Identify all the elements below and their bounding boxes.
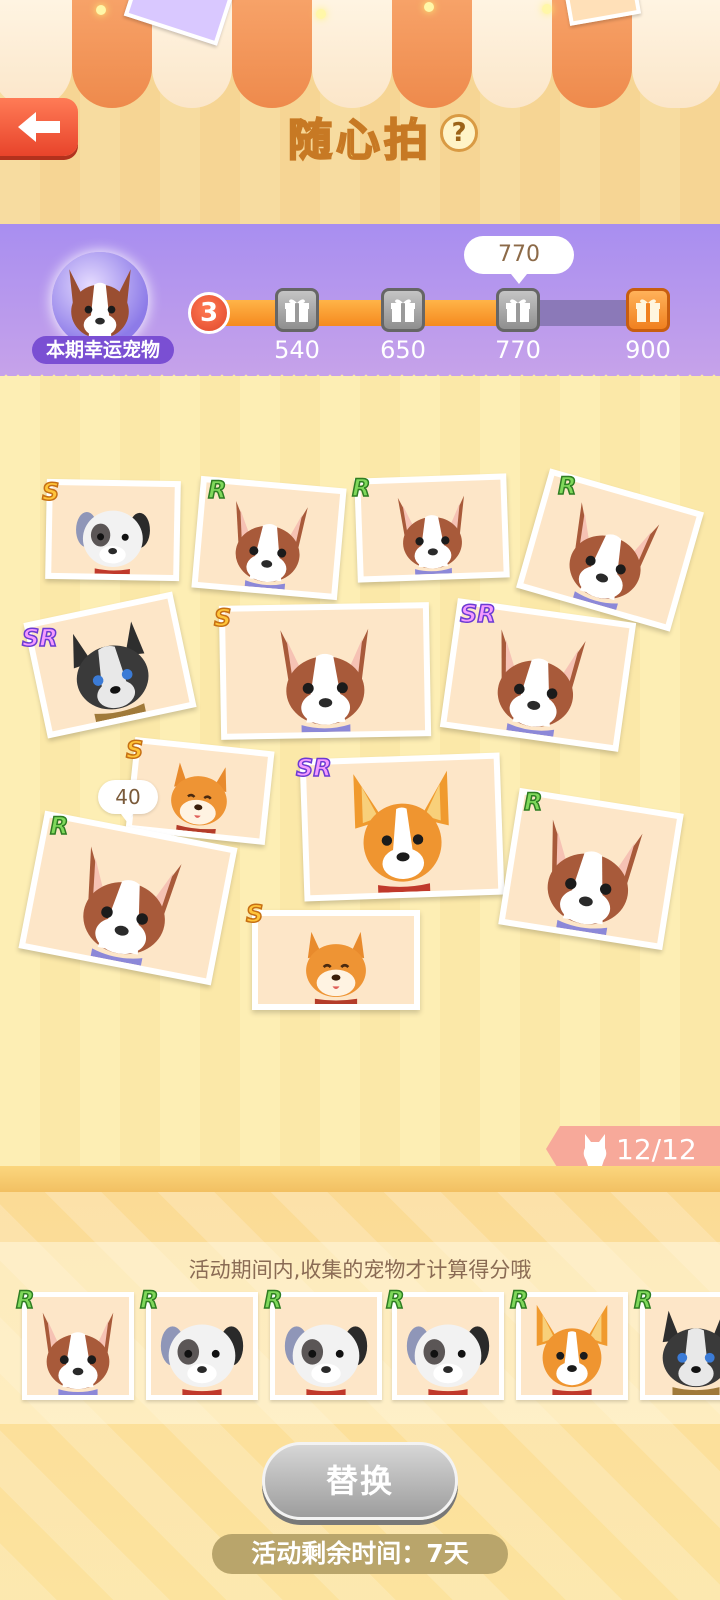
rarity-badge: R	[351, 473, 371, 503]
rarity-badge: S	[41, 477, 60, 507]
pet-count: 12/12	[616, 1132, 697, 1166]
page-title: 随心拍	[287, 114, 432, 167]
milestone-gift-650[interactable]	[381, 288, 425, 332]
boston-terrier-icon	[69, 269, 131, 339]
pet-photo-image	[30, 598, 190, 732]
lucky-pet-label: 本期幸运宠物	[32, 336, 174, 364]
timer-label: 活动剩余时间：	[251, 1539, 427, 1568]
rarity-badge: SR	[21, 623, 58, 653]
gift-icon	[391, 299, 415, 322]
cat-silhouette-icon	[583, 1134, 607, 1166]
rarity-badge: R	[633, 1285, 653, 1315]
milestone-value: 540	[274, 336, 320, 364]
collection-item-image	[645, 1297, 720, 1395]
pet-photo-image	[360, 479, 504, 577]
rarity-badge: R	[523, 787, 543, 817]
boston-terrier-icon	[235, 500, 308, 590]
light-bulb	[424, 2, 434, 12]
milestone-gift-770[interactable]	[496, 288, 540, 332]
husky-icon	[73, 621, 149, 723]
pet-photo-image	[505, 794, 677, 944]
collection-item[interactable]	[22, 1292, 134, 1400]
gift-icon	[285, 299, 309, 322]
pet-photo[interactable]	[45, 478, 181, 582]
husky-icon	[662, 1310, 720, 1395]
corgi-icon	[536, 1304, 608, 1395]
rarity-badge: S	[125, 735, 144, 765]
collection-item-image	[151, 1297, 253, 1395]
milestone-value: 650	[380, 336, 426, 364]
rarity-badge: SR	[459, 599, 496, 629]
event-timer: 活动剩余时间：7天	[212, 1534, 508, 1574]
light-bulb	[316, 9, 326, 19]
boston-terrier-icon	[83, 846, 182, 966]
collection-item-image	[521, 1297, 623, 1395]
timer-value: 7天	[426, 1539, 469, 1568]
panda-dog-icon	[284, 1324, 368, 1395]
boston-terrier-icon	[42, 1312, 114, 1395]
lucky-pet-avatar[interactable]	[52, 252, 148, 348]
milestone-value: 900	[625, 336, 671, 364]
milestone-value: 770	[495, 336, 541, 364]
milestone-gift-900[interactable]	[626, 288, 670, 332]
collection-item[interactable]	[270, 1292, 382, 1400]
question-mark-icon[interactable]: ?	[440, 114, 478, 152]
level-badge: 3	[188, 292, 230, 334]
rarity-badge: S	[245, 899, 264, 929]
pet-photo-image	[305, 758, 499, 896]
collection-item-image	[27, 1297, 129, 1395]
rarity-badge: R	[557, 471, 577, 501]
rarity-badge: R	[263, 1285, 283, 1315]
panda-dog-icon	[76, 510, 150, 575]
rarity-badge: R	[15, 1285, 35, 1315]
collection-item-image	[275, 1297, 377, 1395]
corgi-icon	[353, 770, 449, 893]
milestone-gift-540[interactable]	[275, 288, 319, 332]
rarity-badge: R	[385, 1285, 405, 1315]
collection-hint: 活动期间内,收集的宠物才计算得分哦	[188, 1258, 532, 1282]
rarity-badge: R	[207, 475, 227, 505]
progress-bar-fill	[222, 300, 533, 326]
collection-item-image	[397, 1297, 499, 1395]
rarity-badge: R	[139, 1285, 159, 1315]
shiba-icon	[306, 931, 366, 1004]
collection-item[interactable]	[392, 1292, 504, 1400]
pet-photo-image	[25, 817, 231, 979]
pet-photo-image	[258, 916, 414, 1004]
pet-photo[interactable]	[252, 910, 420, 1010]
rarity-badge: S	[213, 603, 232, 633]
pet-photo[interactable]	[218, 602, 432, 740]
boston-terrier-icon	[280, 628, 369, 733]
rarity-badge: R	[509, 1285, 529, 1315]
shiba-icon	[171, 762, 227, 834]
pet-photo-image	[51, 484, 175, 576]
collection-item[interactable]	[516, 1292, 628, 1400]
light-bulb	[96, 5, 106, 15]
boston-terrier-icon	[397, 495, 465, 575]
score-bubble: 40	[98, 780, 158, 822]
panda-dog-icon	[160, 1324, 244, 1395]
replace-button[interactable]: 替换	[262, 1442, 458, 1520]
boston-terrier-icon	[547, 819, 643, 936]
shelf-ledge	[0, 1166, 720, 1192]
pet-photo[interactable]	[354, 473, 510, 583]
panda-dog-icon	[406, 1324, 490, 1395]
gift-icon	[636, 299, 660, 322]
boston-terrier-icon	[497, 629, 586, 737]
rarity-badge: R	[49, 811, 69, 841]
light-bulb	[542, 4, 552, 14]
boston-terrier-icon	[569, 502, 660, 611]
collection-item[interactable]	[146, 1292, 258, 1400]
gift-icon	[506, 299, 530, 322]
pet-photo-image	[224, 608, 426, 734]
rarity-badge: SR	[295, 753, 332, 783]
current-score-bubble: 770	[464, 236, 574, 284]
